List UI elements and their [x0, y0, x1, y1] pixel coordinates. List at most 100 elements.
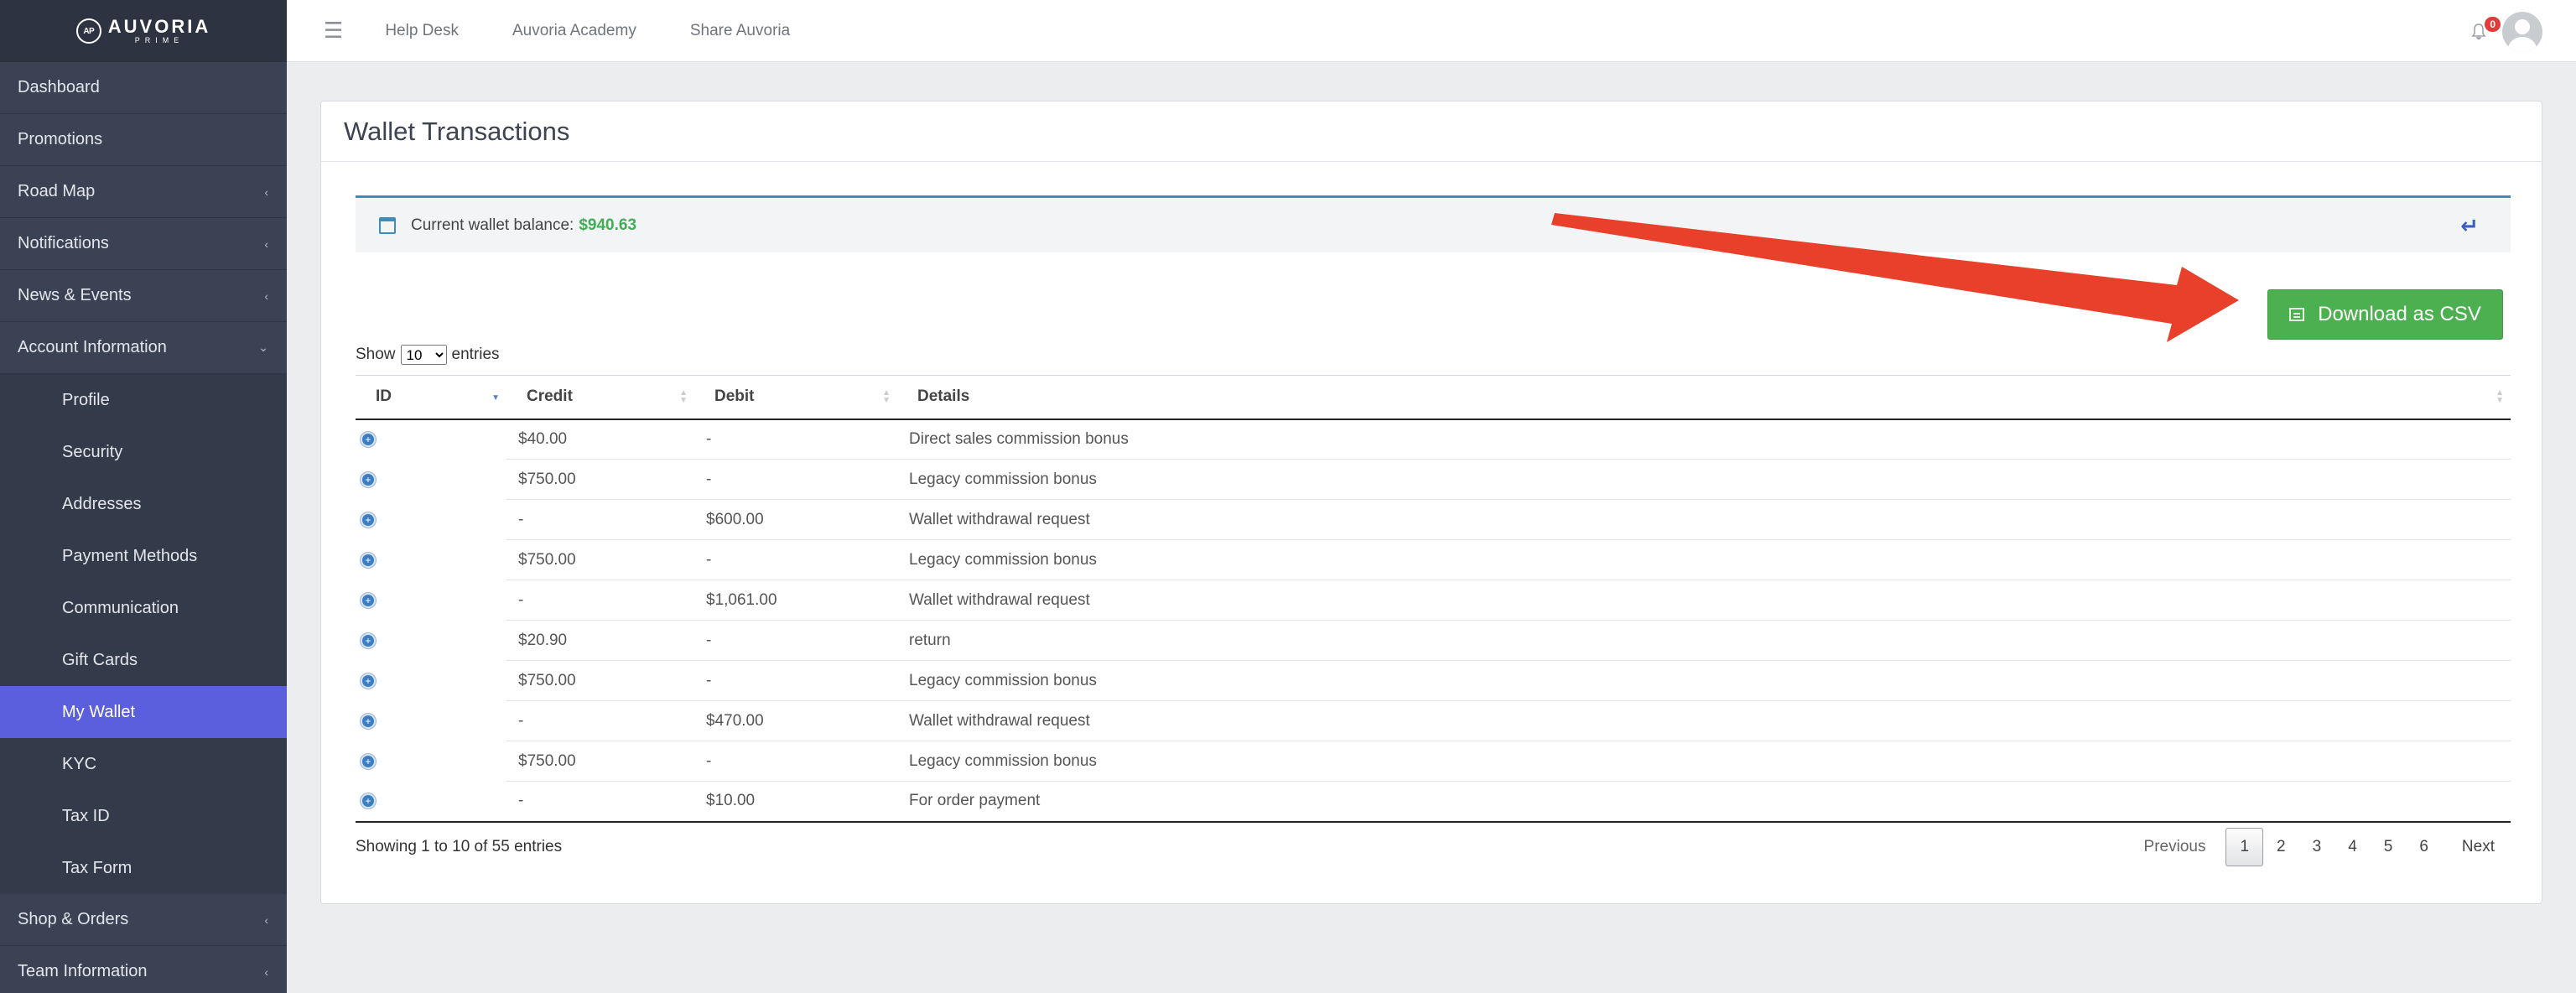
cell-credit: $750.00 — [506, 660, 694, 701]
cell-details: Legacy commission bonus — [897, 741, 2511, 782]
table-row: + $750.00- Legacy commission bonus — [356, 539, 2511, 580]
cell-credit: - — [506, 580, 694, 621]
cell-credit: $750.00 — [506, 459, 694, 500]
sidebar-item-label: Account Information — [18, 338, 167, 356]
sidebar-item-tax-id[interactable]: Tax ID — [0, 790, 287, 842]
sidebar-item-tax-form[interactable]: Tax Form — [0, 842, 287, 894]
cell-details: Wallet withdrawal request — [897, 700, 2511, 741]
cell-debit: - — [694, 419, 897, 460]
expand-row-icon[interactable]: + — [361, 673, 376, 689]
cell-debit: - — [694, 459, 897, 500]
col-credit[interactable]: Credit ▲ ▼ — [506, 375, 694, 420]
cell-debit: - — [694, 620, 897, 661]
notification-bell-icon[interactable]: 0 — [2467, 15, 2501, 49]
sidebar-item-label: Notifications — [18, 234, 109, 252]
expand-row-icon[interactable]: + — [361, 632, 376, 648]
sidebar-item-account-information[interactable]: Account Information ⌄ — [0, 322, 287, 374]
chevron-left-icon: ‹ — [264, 964, 268, 979]
pagination-page-3[interactable]: 3 — [2299, 828, 2335, 866]
top-header: ☰ Help Desk Auvoria Academy Share Auvori… — [287, 0, 2576, 62]
sidebar-item-gift-cards[interactable]: Gift Cards — [0, 634, 287, 686]
sidebar-item-shop-orders[interactable]: Shop & Orders ‹ — [0, 894, 287, 946]
chevron-down-icon: ⌄ — [258, 341, 268, 354]
sidebar-item-dashboard[interactable]: Dashboard — [0, 62, 287, 114]
spreadsheet-icon — [2289, 308, 2305, 321]
sort-icon: ▲ ▼ — [679, 388, 688, 405]
top-link-help-desk[interactable]: Help Desk — [385, 22, 459, 40]
sidebar-item-team-information[interactable]: Team Information ‹ — [0, 946, 287, 993]
col-debit[interactable]: Debit ▲ ▼ — [694, 375, 897, 420]
logo-bar: AP AUVORIA PRIME — [0, 0, 287, 62]
balance-bar: Current wallet balance: $940.63 ↵ — [356, 195, 2511, 252]
expand-row-icon[interactable]: + — [361, 713, 376, 729]
cell-debit: $600.00 — [694, 499, 897, 540]
sidebar-item-promotions[interactable]: Promotions — [0, 114, 287, 166]
cell-credit: $750.00 — [506, 539, 694, 580]
sort-desc-icon: ▼ — [491, 393, 500, 403]
chevron-left-icon: ‹ — [264, 289, 268, 303]
sidebar-nav: Dashboard Promotions Road Map ‹ Notification… — [0, 62, 287, 993]
cell-debit: $1,061.00 — [694, 580, 897, 621]
expand-row-icon[interactable]: + — [361, 552, 376, 568]
pagination-page-1[interactable]: 1 — [2225, 828, 2264, 866]
show-label: Show — [356, 346, 396, 363]
cell-credit: - — [506, 700, 694, 741]
hamburger-menu-icon[interactable]: ☰ — [324, 18, 343, 44]
page-size-select[interactable]: 102550100 — [400, 345, 447, 365]
sidebar-item-label: Addresses — [62, 494, 142, 513]
sidebar-item-kyc[interactable]: KYC — [0, 738, 287, 790]
sidebar-item-notifications[interactable]: Notifications ‹ — [0, 218, 287, 270]
top-link-share[interactable]: Share Auvoria — [690, 22, 790, 40]
return-icon[interactable]: ↵ — [2460, 213, 2479, 239]
cell-debit: - — [694, 539, 897, 580]
balance-label: Current wallet balance: — [411, 216, 574, 234]
cell-credit: $20.90 — [506, 620, 694, 661]
top-links: Help Desk Auvoria Academy Share Auvoria — [385, 22, 790, 40]
download-csv-label: Download as CSV — [2318, 303, 2481, 325]
balance-amount: $940.63 — [579, 216, 637, 234]
pagination-page-6[interactable]: 6 — [2406, 828, 2442, 866]
user-avatar[interactable] — [2502, 12, 2542, 52]
expand-row-icon[interactable]: + — [361, 432, 376, 447]
pagination-previous[interactable]: Previous — [2131, 828, 2220, 866]
sidebar-item-label: Profile — [62, 390, 110, 409]
top-link-academy[interactable]: Auvoria Academy — [512, 22, 636, 40]
cell-details: Direct sales commission bonus — [897, 419, 2511, 460]
sidebar-item-label: Security — [62, 442, 123, 461]
sidebar-item-communication[interactable]: Communication — [0, 582, 287, 634]
sidebar-item-news-events[interactable]: News & Events ‹ — [0, 270, 287, 322]
download-csv-button[interactable]: Download as CSV — [2267, 289, 2503, 340]
sidebar-item-my-wallet[interactable]: My Wallet — [0, 686, 287, 738]
cell-details: Legacy commission bonus — [897, 459, 2511, 500]
table-row: + $20.90- return — [356, 620, 2511, 661]
logo[interactable]: AP AUVORIA PRIME — [75, 18, 210, 44]
expand-row-icon[interactable]: + — [361, 753, 376, 769]
table-row: + $750.00- Legacy commission bonus — [356, 459, 2511, 500]
pagination-page-5[interactable]: 5 — [2371, 828, 2407, 866]
table-row: + $750.00- Legacy commission bonus — [356, 741, 2511, 782]
sidebar-item-label: Payment Methods — [62, 546, 198, 565]
sidebar-item-security[interactable]: Security — [0, 426, 287, 478]
pagination-page-4[interactable]: 4 — [2334, 828, 2371, 866]
sidebar-item-road-map[interactable]: Road Map ‹ — [0, 166, 287, 218]
expand-row-icon[interactable]: + — [361, 793, 376, 808]
col-details[interactable]: Details ▲ ▼ — [897, 375, 2511, 420]
expand-row-icon[interactable]: + — [361, 512, 376, 528]
transactions-table: ID ▼ Credit ▲ ▼ Debit ▲ ▼ Details ▲ ▼ + $40.00- D… — [356, 375, 2511, 823]
sidebar-item-payment-methods[interactable]: Payment Methods — [0, 530, 287, 582]
entries-label: entries — [451, 346, 500, 363]
cell-details: For order payment — [897, 781, 2511, 823]
sidebar-item-label: Team Information — [18, 962, 148, 980]
sidebar-item-profile[interactable]: Profile — [0, 374, 287, 426]
logo-mark: AP — [75, 18, 101, 44]
pagination-next[interactable]: Next — [2449, 828, 2508, 866]
sort-icon: ▲ ▼ — [2496, 388, 2504, 405]
notification-badge: 0 — [2485, 17, 2501, 32]
expand-row-icon[interactable]: + — [361, 592, 376, 608]
expand-row-icon[interactable]: + — [361, 471, 376, 487]
cell-debit: $470.00 — [694, 700, 897, 741]
col-id[interactable]: ID ▼ — [356, 375, 506, 420]
table-row: + $40.00- Direct sales commission bonus — [356, 419, 2511, 460]
sidebar-item-addresses[interactable]: Addresses — [0, 478, 287, 530]
pagination-page-2[interactable]: 2 — [2263, 828, 2299, 866]
